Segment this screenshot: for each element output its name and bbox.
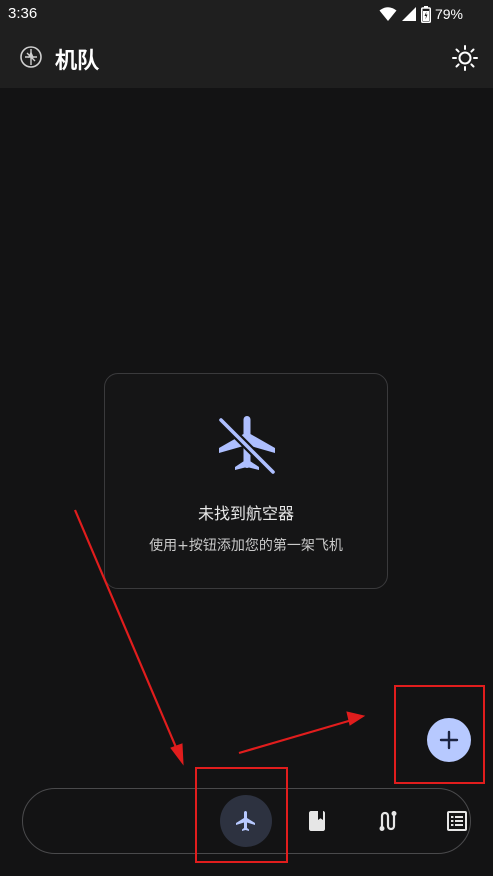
signal-icon <box>401 7 416 21</box>
empty-state-card: 未找到航空器 使用+按钮添加您的第一架飞机 <box>104 373 388 589</box>
list-icon <box>447 811 467 831</box>
logbook-icon <box>309 811 325 831</box>
sun-icon[interactable] <box>451 44 479 72</box>
empty-state-title: 未找到航空器 <box>197 504 294 523</box>
battery-percent: 79% <box>434 6 463 22</box>
nav-item-logbook[interactable] <box>291 795 343 847</box>
status-icons: 79% <box>379 5 463 23</box>
annotation-box-fleet-tab <box>195 767 288 863</box>
status-bar: 3:36 79% <box>0 0 493 28</box>
airplane-logo-icon <box>20 46 42 68</box>
app-bar: 机队 <box>0 28 493 88</box>
page-title: 机队 <box>55 49 100 74</box>
wifi-icon <box>379 7 397 21</box>
status-time: 3:36 <box>8 5 38 22</box>
route-icon <box>379 811 397 831</box>
nav-item-list[interactable] <box>431 795 483 847</box>
airplane-off-icon <box>217 416 277 476</box>
empty-state-subtitle: 使用+按钮添加您的第一架飞机 <box>149 538 343 554</box>
annotation-box-add-button <box>394 685 485 784</box>
battery-icon <box>420 5 431 23</box>
nav-item-routes[interactable] <box>361 795 413 847</box>
